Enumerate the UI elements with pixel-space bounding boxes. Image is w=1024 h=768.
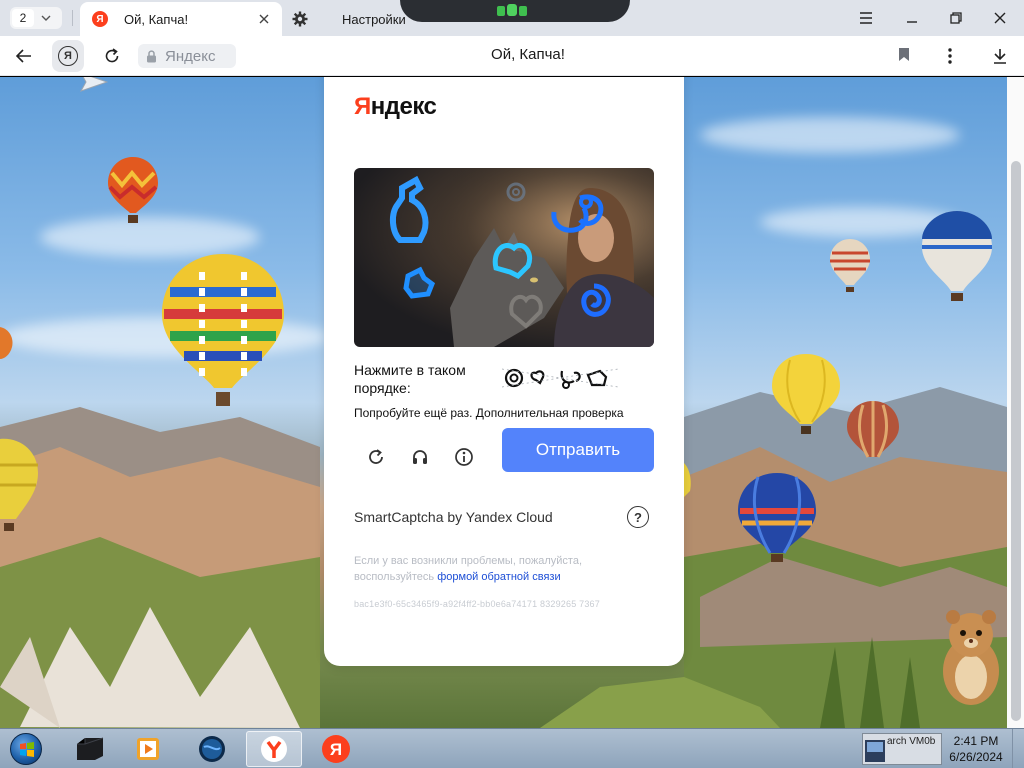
gear-icon (292, 11, 308, 27)
bottle-icon (586, 369, 608, 387)
scrollbar-thumb[interactable] (1011, 161, 1021, 721)
yandex-icon: Я (58, 46, 78, 66)
paper-plane-icon (80, 77, 108, 92)
clock-date: 6/26/2024 (949, 750, 1003, 764)
feedback-form-link[interactable]: формой обратной связи (437, 571, 560, 583)
hot-air-balloon (0, 327, 13, 359)
tab-count: 2 (12, 9, 34, 27)
close-tab-icon[interactable] (256, 11, 272, 27)
chevron-down-icon (34, 15, 58, 21)
windows-logo-icon (10, 733, 42, 765)
address-bar: Я Яндекс Ой, Капча! (0, 36, 1024, 76)
reload-button[interactable] (96, 40, 128, 72)
spiral-icon (504, 368, 524, 388)
camera-notch (400, 0, 630, 22)
yandex-favicon-icon: Я (92, 11, 108, 27)
hot-air-balloon (772, 354, 840, 434)
order-hint-icons (502, 368, 618, 389)
yandex-logo: Яндекс (354, 93, 437, 120)
tab-captcha[interactable]: Я Ой, Капча! (80, 2, 282, 36)
issues-note: Если у вас возникли проблемы, пожалуйста… (354, 555, 583, 583)
menu-icon[interactable] (846, 0, 886, 36)
captcha-image[interactable] (354, 168, 654, 347)
media-player-app-icon[interactable] (120, 731, 176, 767)
hot-air-balloon (922, 211, 992, 301)
tab-counter-button[interactable]: 2 (10, 7, 62, 29)
tab-title: Настройки (342, 11, 406, 27)
close-window-icon[interactable] (980, 0, 1020, 36)
captcha-card: Яндекс Нажмите в таком порядке: Попробуй… (324, 77, 684, 666)
tab-title: Ой, Капча! (124, 11, 189, 27)
restore-icon[interactable] (936, 0, 976, 36)
hot-air-balloon (830, 239, 870, 292)
hot-air-balloon (738, 473, 816, 562)
show-desktop-button[interactable] (1012, 729, 1024, 768)
audio-captcha-button[interactable] (404, 441, 436, 473)
bookmark-icon[interactable] (898, 47, 910, 67)
minimize-icon[interactable] (892, 0, 932, 36)
yandex-app-icon[interactable]: Я (308, 731, 364, 767)
yandex-browser-app-icon[interactable] (246, 731, 302, 767)
globe-app-icon[interactable] (184, 731, 240, 767)
hot-air-balloon (847, 401, 899, 458)
page-content: Яндекс Нажмите в таком порядке: Попробуй… (0, 77, 1007, 728)
tray-window-thumbnail[interactable]: arch VM0b (862, 733, 942, 765)
browser-tab-bar: 2 Я Ой, Капча! Настройки (0, 0, 1024, 36)
back-button[interactable] (8, 40, 40, 72)
hamster-illustration (943, 610, 999, 705)
request-id: bac1e3f0-65c3465f9-a92f4ff2-bb0e6a74171 … (354, 599, 600, 609)
yandex-button[interactable]: Я (52, 40, 84, 72)
tab-divider (72, 10, 73, 26)
clock-time: 2:41 PM (953, 734, 999, 748)
omnibox[interactable]: Яндекс Ой, Капча! (138, 42, 928, 70)
tray-thumb-label: arch VM0b (887, 736, 936, 747)
taskbar: Я arch VM0b 2:41 PM 6/26/2024 (0, 728, 1024, 768)
downloads-icon[interactable] (984, 40, 1016, 72)
info-button[interactable] (448, 441, 480, 473)
hot-air-balloon (162, 254, 284, 406)
svg-text:Я: Я (330, 740, 342, 759)
more-menu-icon[interactable] (934, 40, 966, 72)
hot-air-balloon (0, 438, 38, 531)
desktop-screen: 2 Я Ой, Капча! Настройки Я Яндекс Ой, Ка… (0, 0, 1024, 768)
help-icon[interactable]: ? (627, 506, 649, 528)
page-title: Ой, Капча! (491, 46, 565, 63)
refresh-captcha-button[interactable] (360, 441, 392, 473)
captcha-instruction: Нажмите в таком порядке: (354, 362, 466, 396)
hot-air-balloon (684, 463, 691, 497)
hot-air-balloon (108, 157, 158, 223)
stethoscope-icon (560, 370, 581, 389)
terminal-app-icon[interactable] (62, 731, 118, 767)
page-scrollbar[interactable] (1007, 77, 1024, 728)
captcha-scene (354, 168, 654, 347)
retry-message: Попробуйте ещё раз. Дополнительная прове… (354, 406, 624, 420)
start-button[interactable] (6, 731, 46, 767)
submit-button[interactable]: Отправить (502, 428, 654, 472)
captcha-brand: SmartCaptcha by Yandex Cloud (354, 509, 553, 525)
system-clock[interactable]: 2:41 PM 6/26/2024 (944, 733, 1008, 765)
